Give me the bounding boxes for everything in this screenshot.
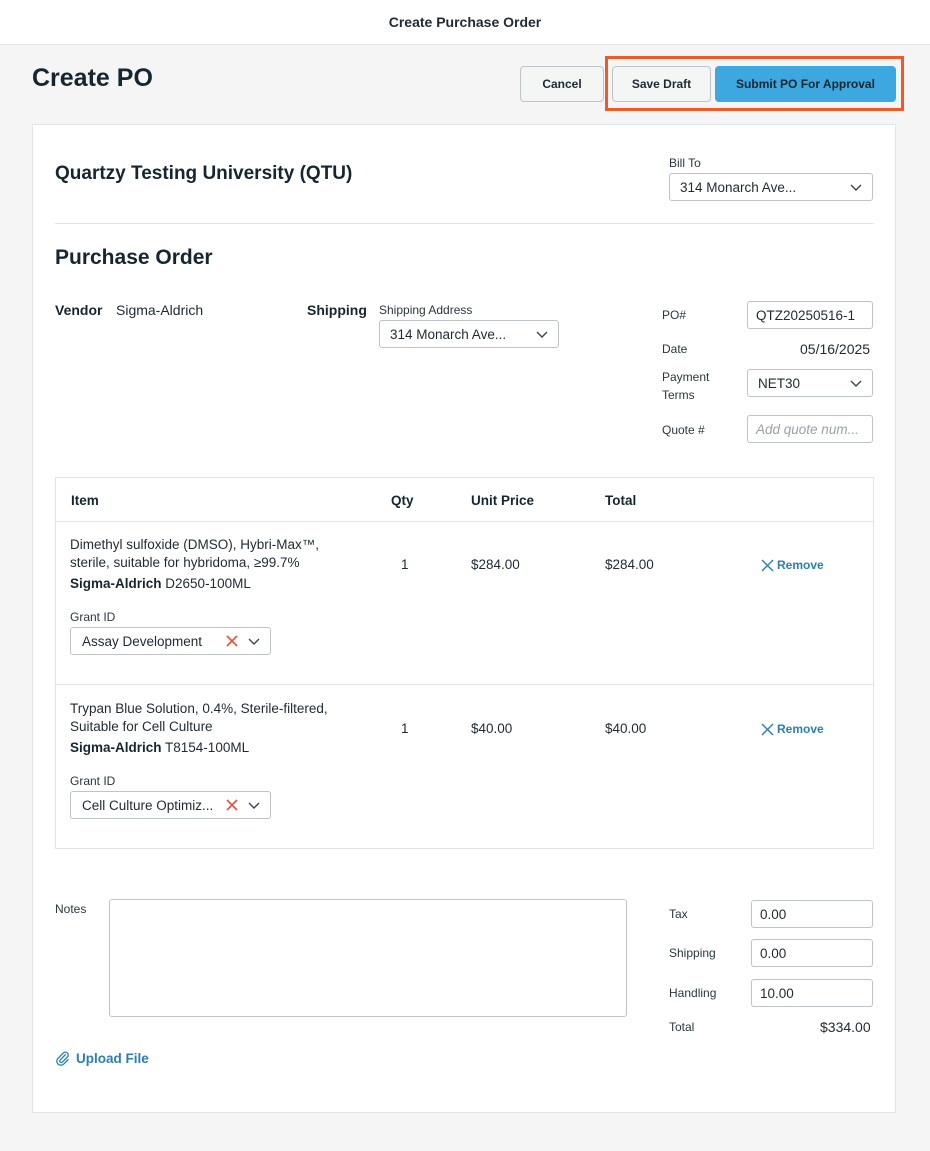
bill-to-label: Bill To bbox=[669, 156, 701, 170]
notes-label: Notes bbox=[55, 902, 87, 916]
close-icon bbox=[761, 559, 774, 571]
item-vendor: Sigma-Aldrich D2650-100ML bbox=[70, 576, 251, 591]
item-name: Dimethyl sulfoxide (DMSO), Hybri-Max™, s… bbox=[70, 536, 350, 572]
remove-item-button[interactable]: Remove bbox=[761, 558, 824, 572]
header-qty: Qty bbox=[391, 493, 414, 508]
item-catalog-number: D2650-100ML bbox=[165, 576, 251, 591]
row-divider bbox=[56, 521, 873, 522]
save-draft-button[interactable]: Save Draft bbox=[612, 66, 711, 102]
divider bbox=[55, 223, 874, 224]
po-number-input[interactable]: QTZ20250516-1 bbox=[747, 301, 873, 329]
vendor-label: Vendor bbox=[55, 302, 103, 318]
grant-id-label: Grant ID bbox=[70, 610, 116, 624]
notes-textarea[interactable] bbox=[109, 899, 627, 1017]
item-name-line1: Trypan Blue Solution, 0.4%, Sterile-filt… bbox=[70, 701, 328, 716]
item-vendor-name: Sigma-Aldrich bbox=[70, 576, 162, 591]
upload-file-link[interactable]: Upload File bbox=[55, 1051, 149, 1066]
remove-label: Remove bbox=[777, 558, 824, 572]
item-name-line1: Dimethyl sulfoxide (DMSO), Hybri-Max™, bbox=[70, 537, 320, 552]
remove-label: Remove bbox=[777, 722, 824, 736]
chevron-down-icon bbox=[850, 380, 862, 387]
chevron-down-icon bbox=[248, 638, 260, 645]
po-number-value: QTZ20250516-1 bbox=[756, 307, 856, 323]
total-value: $334.00 bbox=[820, 1019, 871, 1035]
item-total: $284.00 bbox=[605, 557, 654, 572]
item-catalog-number: T8154-100ML bbox=[165, 740, 250, 755]
quote-placeholder: Add quote num... bbox=[756, 421, 859, 437]
item-unit-price: $284.00 bbox=[471, 557, 520, 572]
quote-label: Quote # bbox=[662, 423, 705, 437]
shipping-label: Shipping bbox=[307, 302, 367, 318]
item-vendor: Sigma-Aldrich T8154-100ML bbox=[70, 740, 249, 755]
handling-value: 10.00 bbox=[760, 985, 794, 1001]
submit-po-button[interactable]: Submit PO For Approval bbox=[715, 66, 896, 102]
grant-id-label: Grant ID bbox=[70, 774, 116, 788]
tax-value: 0.00 bbox=[760, 906, 787, 922]
clear-icon[interactable] bbox=[226, 635, 238, 647]
payment-terms-select[interactable]: NET30 bbox=[747, 369, 873, 397]
top-bar: Create Purchase Order bbox=[0, 0, 930, 45]
section-title: Purchase Order bbox=[55, 246, 213, 269]
chevron-down-icon bbox=[850, 184, 862, 191]
page-title: Create PO bbox=[32, 64, 153, 92]
top-bar-title: Create Purchase Order bbox=[388, 14, 542, 30]
upload-file-label: Upload File bbox=[76, 1051, 149, 1066]
handling-label: Handling bbox=[669, 986, 717, 1000]
header-item: Item bbox=[71, 493, 99, 508]
header-total: Total bbox=[605, 493, 637, 508]
shipping-cost-label: Shipping bbox=[669, 946, 716, 960]
chevron-down-icon bbox=[248, 802, 260, 809]
chevron-down-icon bbox=[536, 331, 548, 338]
tax-label: Tax bbox=[669, 907, 688, 921]
item-unit-price: $40.00 bbox=[471, 721, 513, 736]
header-unit-price: Unit Price bbox=[471, 493, 535, 508]
clear-icon[interactable] bbox=[226, 799, 238, 811]
grant-id-select[interactable]: Assay Development bbox=[70, 627, 271, 655]
bill-to-value: 314 Monarch Ave... bbox=[680, 179, 797, 195]
shipping-cost-value: 0.00 bbox=[760, 945, 787, 961]
po-card: Quartzy Testing University (QTU) Bill To… bbox=[32, 124, 896, 1113]
po-number-label: PO# bbox=[662, 308, 687, 322]
grant-id-value: Assay Development bbox=[82, 633, 203, 649]
date-value: 05/16/2025 bbox=[800, 341, 871, 357]
line-items-table: Item Qty Unit Price Total Dimethyl sulfo… bbox=[55, 477, 874, 849]
item-total: $40.00 bbox=[605, 721, 647, 736]
paperclip-icon bbox=[56, 1051, 69, 1066]
quote-input[interactable]: Add quote num... bbox=[747, 415, 873, 443]
item-name-line2: Suitable for Cell Culture bbox=[70, 719, 213, 734]
item-qty: 1 bbox=[401, 721, 409, 736]
date-label: Date bbox=[662, 342, 688, 356]
grant-id-value: Cell Culture Optimiz... bbox=[82, 797, 214, 813]
grant-id-select[interactable]: Cell Culture Optimiz... bbox=[70, 791, 271, 819]
cancel-button[interactable]: Cancel bbox=[520, 66, 604, 102]
shipping-address-select[interactable]: 314 Monarch Ave... bbox=[379, 320, 559, 348]
item-qty: 1 bbox=[401, 557, 409, 572]
payment-terms-value: NET30 bbox=[758, 375, 801, 391]
remove-item-button[interactable]: Remove bbox=[761, 722, 824, 736]
tax-input[interactable]: 0.00 bbox=[751, 900, 873, 928]
shipping-cost-input[interactable]: 0.00 bbox=[751, 939, 873, 967]
vendor-value: Sigma-Aldrich bbox=[116, 302, 204, 318]
row-divider bbox=[56, 684, 873, 685]
close-icon bbox=[761, 723, 774, 735]
payment-terms-label-line2: Terms bbox=[662, 388, 695, 402]
item-vendor-name: Sigma-Aldrich bbox=[70, 740, 162, 755]
item-name-line2: sterile, suitable for hybridoma, ≥99.7% bbox=[70, 555, 300, 570]
bill-to-select[interactable]: 314 Monarch Ave... bbox=[669, 173, 873, 201]
item-name: Trypan Blue Solution, 0.4%, Sterile-filt… bbox=[70, 700, 350, 736]
shipping-address-value: 314 Monarch Ave... bbox=[390, 326, 507, 342]
handling-input[interactable]: 10.00 bbox=[751, 979, 873, 1007]
total-label: Total bbox=[669, 1020, 695, 1034]
org-name: Quartzy Testing University (QTU) bbox=[55, 163, 353, 184]
shipping-address-label: Shipping Address bbox=[379, 303, 473, 317]
payment-terms-label-line1: Payment bbox=[662, 370, 710, 384]
